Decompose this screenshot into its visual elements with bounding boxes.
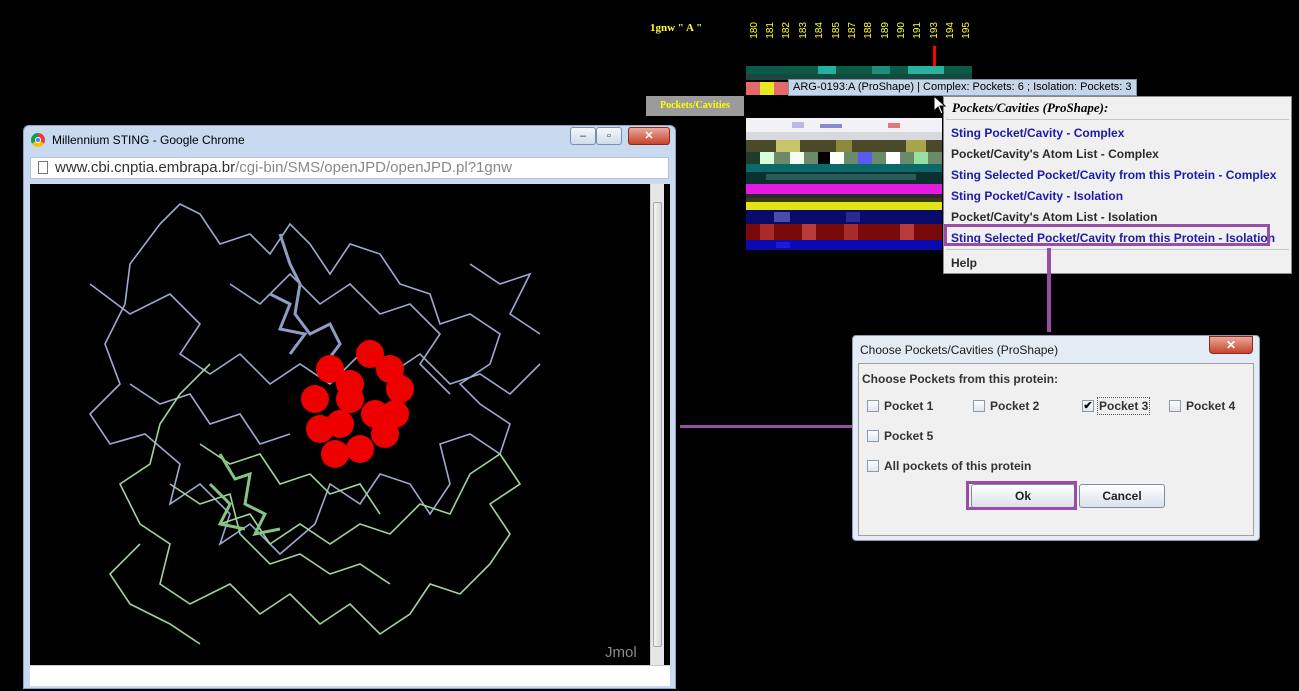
checkbox-pocket-5[interactable]: Pocket 5	[867, 429, 933, 443]
address-bar[interactable]: www.cbi.cnptia.embrapa.br/cgi-bin/SMS/op…	[30, 157, 669, 179]
cancel-button[interactable]: Cancel	[1079, 484, 1165, 508]
page-icon	[38, 161, 48, 174]
checkbox-pocket-2[interactable]: Pocket 2	[973, 399, 1039, 413]
ok-button-highlight	[966, 481, 1077, 510]
annotation-connector	[680, 425, 852, 428]
checkbox-pocket-3[interactable]: ✔ Pocket 3	[1082, 397, 1151, 415]
dialog-body: Choose Pockets from this protein: Pocket…	[858, 363, 1254, 536]
dialog-prompt: Choose Pockets from this protein:	[862, 372, 1059, 386]
menu-selection-highlight	[944, 224, 1270, 246]
maximize-icon[interactable]: ▫	[596, 127, 622, 145]
residue-number: 195	[961, 22, 972, 39]
protein-backbone-render[interactable]	[30, 184, 650, 665]
jmol-molecule-viewer[interactable]	[30, 184, 670, 665]
jmol-watermark: Jmol	[605, 644, 637, 661]
close-icon[interactable]: ✕	[1209, 336, 1253, 354]
close-icon[interactable]: ✕	[628, 127, 670, 145]
selected-residue-marker	[933, 46, 936, 66]
minimize-icon[interactable]: –	[570, 127, 596, 145]
browser-window: Millennium STING - Google Chrome – ▫ ✕ w…	[23, 125, 676, 689]
scrollbar-thumb[interactable]	[653, 202, 662, 647]
residue-number: 188	[863, 22, 874, 39]
residue-tooltip: ARG-0193:A (ProShape) | Complex: Pockets…	[788, 79, 1137, 96]
residue-number: 183	[798, 22, 809, 39]
checkbox-pocket-4[interactable]: Pocket 4	[1169, 399, 1235, 413]
choose-pockets-dialog: Choose Pockets/Cavities (ProShape) ✕ Cho…	[852, 335, 1260, 541]
checkbox-box[interactable]	[867, 400, 879, 412]
window-title: Millennium STING - Google Chrome	[52, 133, 245, 147]
residue-number: 184	[814, 22, 825, 39]
chrome-logo-icon	[31, 133, 45, 147]
pockets-cavities-label[interactable]: Pockets/Cavities	[646, 96, 744, 116]
checkbox-box[interactable]	[867, 460, 879, 472]
residue-number: 185	[831, 22, 842, 39]
menu-item-pocket-isolation[interactable]: Sting Pocket/Cavity - Isolation	[951, 189, 1123, 203]
menu-item-selected-pocket-complex[interactable]: Sting Selected Pocket/Cavity from this P…	[951, 168, 1276, 182]
residue-number: 194	[945, 22, 956, 39]
dialog-title: Choose Pockets/Cavities (ProShape)	[860, 343, 1059, 357]
menu-item-atom-list-isolation[interactable]: Pocket/Cavity's Atom List - Isolation	[951, 210, 1157, 224]
checkbox-box[interactable]	[867, 430, 879, 442]
residue-number: 182	[781, 22, 792, 39]
menu-title: Pockets/Cavities (ProShape):	[952, 100, 1109, 115]
protein-chain-label: 1gnw " A "	[650, 22, 703, 34]
status-bar	[30, 665, 670, 686]
menu-item-pocket-complex[interactable]: Sting Pocket/Cavity - Complex	[951, 126, 1124, 140]
checkbox-box[interactable]	[1169, 400, 1181, 412]
url-host: www.cbi.cnptia.embrapa.br	[55, 159, 236, 176]
url-path: /cgi-bin/SMS/openJPD/openJPD.pl?1gnw	[235, 159, 512, 176]
residue-ruler: 180 181 182 183 184 185 187 188 189 190 …	[746, 20, 972, 69]
residue-number: 193	[929, 22, 940, 39]
residue-number: 190	[896, 22, 907, 39]
menu-item-atom-list-complex[interactable]: Pocket/Cavity's Atom List - Complex	[951, 147, 1159, 161]
residue-number: 187	[847, 22, 858, 39]
vertical-scrollbar[interactable]	[650, 184, 664, 665]
mouse-cursor-icon	[933, 95, 947, 115]
residue-number: 191	[912, 22, 923, 39]
residue-number: 189	[880, 22, 891, 39]
checkbox-box[interactable]	[973, 400, 985, 412]
checkbox-all-pockets[interactable]: All pockets of this protein	[867, 459, 1031, 473]
checkbox-pocket-1[interactable]: Pocket 1	[867, 399, 933, 413]
checkmark-icon[interactable]: ✔	[1082, 400, 1094, 412]
annotation-connector	[1047, 248, 1051, 332]
residue-number: 181	[765, 22, 776, 39]
menu-item-help[interactable]: Help	[951, 256, 977, 270]
residue-number: 180	[749, 22, 760, 39]
pockets-context-menu: Pockets/Cavities (ProShape): Sting Pocke…	[943, 96, 1292, 274]
